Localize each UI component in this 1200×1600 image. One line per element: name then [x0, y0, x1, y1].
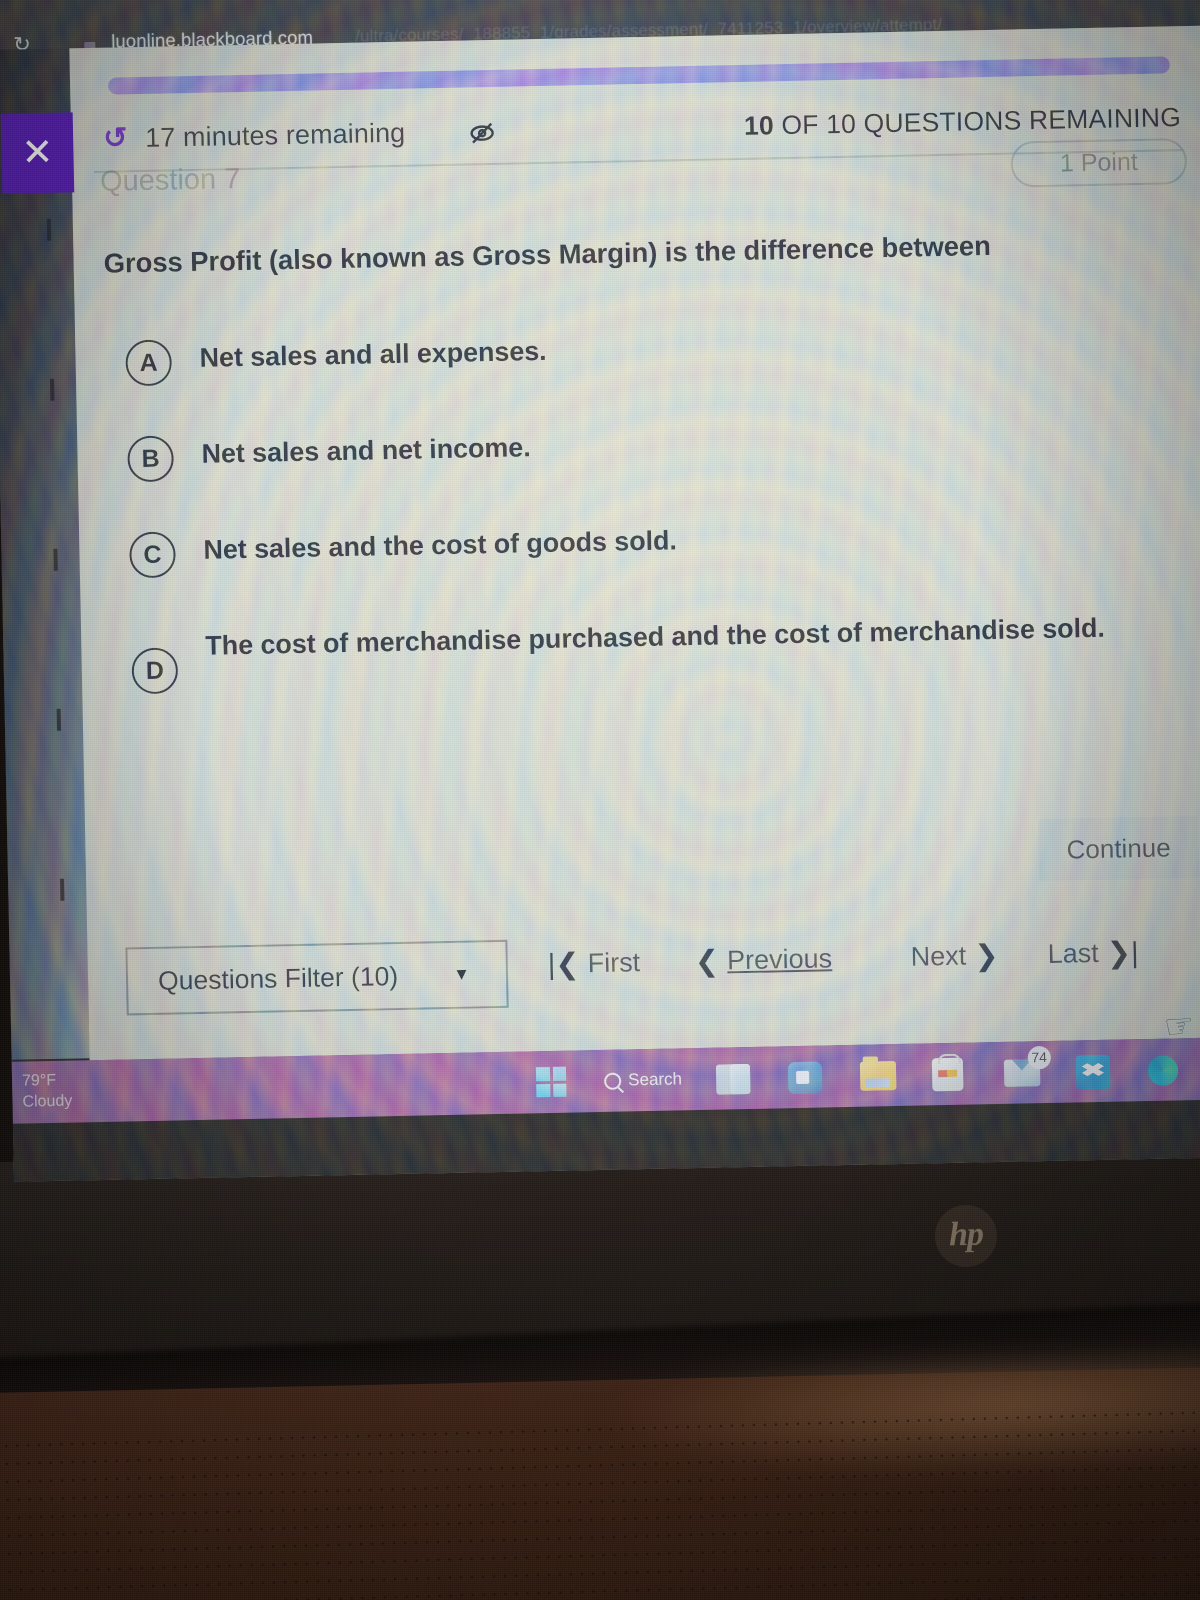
- nav-last-label: Last: [1047, 937, 1100, 969]
- answer-option-d[interactable]: D The cost of merchandise purchased and …: [111, 604, 1179, 695]
- option-text-a: Net sales and all expenses.: [199, 335, 547, 373]
- nav-previous-label: Previous: [726, 943, 833, 976]
- nav-last-button[interactable]: Last ❯|: [1047, 935, 1139, 972]
- assessment-page: ↺ 17 minutes remaining 10 OF 10 QUESTION…: [69, 25, 1200, 1061]
- questions-remaining-suffix: OF 10 QUESTIONS REMAINING: [773, 102, 1182, 141]
- previous-chevron-icon: ❮: [694, 945, 720, 979]
- point-value-badge: 1 Point: [1010, 138, 1188, 188]
- weather-temperature: 79°F: [21, 1071, 57, 1090]
- dropbox-icon[interactable]: [1075, 1052, 1115, 1091]
- mail-unread-badge: 74: [1027, 1045, 1051, 1070]
- last-chevron-icon: ❯|: [1106, 937, 1139, 970]
- laptop-screen: ↻ luonline.blackboard.com /ultra/courses…: [0, 0, 1200, 1182]
- task-view-icon[interactable]: [715, 1059, 755, 1098]
- timer-icon: ↺: [102, 122, 128, 155]
- first-chevron-icon: |❮: [547, 948, 580, 981]
- answer-options-list: A Net sales and all expenses. B Net sale…: [105, 316, 1179, 721]
- question-navigation: |❮ First ❮ Previous Next ❯ Last ❯| ☞: [547, 934, 1200, 1047]
- option-letter-c: C: [129, 531, 176, 579]
- next-chevron-icon: ❯: [973, 939, 999, 973]
- question-heading: Question 7: [99, 163, 241, 198]
- option-text-b: Net sales and net income.: [201, 432, 531, 469]
- chevron-down-icon: ▼: [452, 964, 471, 984]
- question-stem: Gross Profit (also known as Gross Margin…: [103, 229, 992, 279]
- nav-next-label: Next: [910, 940, 967, 972]
- option-letter-d: D: [131, 647, 179, 695]
- answer-option-a[interactable]: A Net sales and all expenses.: [105, 316, 1173, 399]
- eye-off-icon[interactable]: [468, 119, 497, 148]
- option-text-d: The cost of merchandise purchased and th…: [205, 612, 1106, 661]
- questions-filter-label: Questions Filter (10): [157, 960, 399, 996]
- nav-previous-button[interactable]: ❮ Previous: [694, 941, 832, 979]
- search-label: Search: [627, 1069, 683, 1090]
- speaker-grille: [0, 1402, 1200, 1600]
- windows-start-icon[interactable]: [532, 1063, 571, 1102]
- nav-first-button[interactable]: |❮ First: [547, 945, 641, 982]
- mail-icon[interactable]: 74: [1003, 1045, 1051, 1092]
- option-letter-b: B: [127, 435, 175, 483]
- continue-button[interactable]: Continue: [1038, 815, 1200, 882]
- close-assessment-button[interactable]: ✕: [0, 112, 75, 194]
- option-text-c: Net sales and the cost of goods sold.: [203, 525, 678, 565]
- taskbar-search-button[interactable]: Search: [604, 1069, 682, 1091]
- assessment-footer: Questions Filter (10) ▼ |❮ First ❮ Previ…: [87, 905, 1200, 1048]
- answer-option-c[interactable]: C Net sales and the cost of goods sold.: [109, 508, 1177, 591]
- questions-remaining-text: 10 OF 10 QUESTIONS REMAINING: [744, 102, 1182, 142]
- option-letter-a: A: [125, 339, 173, 387]
- taskbar-icon-row: Search 74: [532, 1045, 1187, 1105]
- timer-remaining-text: 17 minutes remaining: [144, 117, 406, 153]
- teams-icon[interactable]: [787, 1057, 827, 1096]
- close-icon: ✕: [21, 131, 54, 175]
- weather-condition: Cloudy: [22, 1092, 73, 1111]
- file-explorer-icon[interactable]: [859, 1056, 899, 1095]
- search-icon: [604, 1072, 622, 1090]
- answer-option-b[interactable]: B Net sales and net income.: [107, 412, 1175, 495]
- photo-of-laptop-screen: hp ↻ luonline.blackboard.com /ultra/cour…: [0, 0, 1200, 1600]
- assessment-progress-bar: [107, 56, 1171, 95]
- questions-filter-dropdown[interactable]: Questions Filter (10) ▼: [125, 939, 509, 1016]
- edge-icon[interactable]: [1147, 1050, 1187, 1089]
- microsoft-store-icon[interactable]: [931, 1055, 971, 1094]
- nav-first-label: First: [587, 947, 641, 979]
- questions-remaining-count: 10: [743, 110, 775, 141]
- weather-widget[interactable]: 79°F Cloudy: [22, 1070, 73, 1113]
- nav-next-button[interactable]: Next ❯: [910, 938, 999, 975]
